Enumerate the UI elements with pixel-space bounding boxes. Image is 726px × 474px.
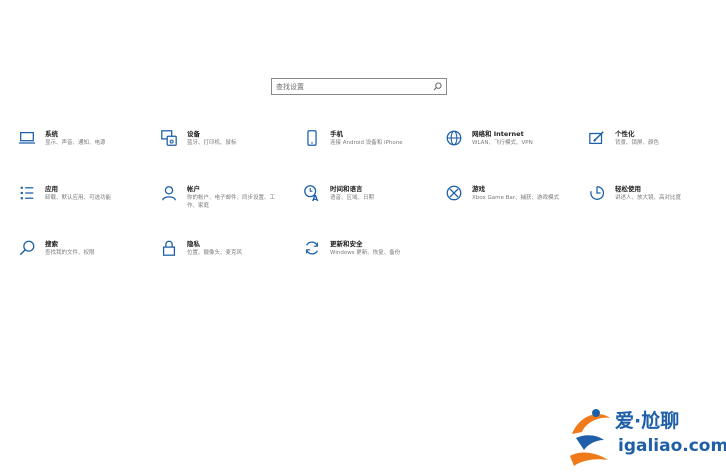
personalization-icon xyxy=(586,127,608,149)
watermark-logo-icon xyxy=(570,409,610,466)
tile-description: 查找我的文件、权限 xyxy=(45,250,95,256)
tile-time-language[interactable]: A 时间和语言 语音、区域、日期 xyxy=(301,185,426,221)
tile-description: 讲述人、放大镜、高对比度 xyxy=(615,195,682,201)
tile-description: 卸载、默认应用、可选功能 xyxy=(45,195,112,201)
tile-title: 更新和安全 xyxy=(330,240,363,248)
update-icon xyxy=(301,237,323,259)
tile-description: 连接 Android 设备和 iPhone xyxy=(330,140,403,146)
tile-title: 系统 xyxy=(45,130,58,138)
tile-title: 帐户 xyxy=(187,185,200,193)
tile-title: 轻松使用 xyxy=(615,185,641,193)
settings-grid: 系统 显示、声音、通知、电源 设备 蓝牙、打印机、鼠标 手机 连接 Androi… xyxy=(0,0,726,300)
tile-personalization[interactable]: 个性化 背景、锁屏、颜色 xyxy=(586,130,711,166)
tile-update-security[interactable]: 更新和安全 Windows 更新、恢复、备份 xyxy=(301,240,426,276)
tile-system[interactable]: 系统 显示、声音、通知、电源 xyxy=(16,130,141,166)
tile-apps[interactable]: 应用 卸载、默认应用、可选功能 xyxy=(16,185,141,221)
tile-phone[interactable]: 手机 连接 Android 设备和 iPhone xyxy=(301,130,426,166)
tile-description: 显示、声音、通知、电源 xyxy=(45,140,106,146)
tile-gaming[interactable]: 游戏 Xbox Game Bar、捕获、游戏模式 xyxy=(443,185,568,221)
tile-description: 位置、摄像头、麦克风 xyxy=(187,250,243,256)
tile-description: 蓝牙、打印机、鼠标 xyxy=(187,140,237,146)
tile-title: 游戏 xyxy=(472,185,485,193)
tile-description: WLAN、飞行模式、VPN xyxy=(472,140,533,146)
tile-search[interactable]: 搜索 查找我的文件、权限 xyxy=(16,240,141,276)
watermark: 爱·尬聊 igaliao.com xyxy=(566,402,726,474)
tile-description: 背景、锁屏、颜色 xyxy=(615,140,660,146)
tile-devices[interactable]: 设备 蓝牙、打印机、鼠标 xyxy=(158,130,283,166)
tile-title: 网络和 Internet xyxy=(472,130,524,138)
tile-title: 设备 xyxy=(187,130,200,138)
search-icon xyxy=(16,237,38,259)
time-language-icon: A xyxy=(301,182,323,204)
tile-title: 搜索 xyxy=(45,240,58,248)
apps-list-icon xyxy=(16,182,38,204)
tile-description: Windows 更新、恢复、备份 xyxy=(330,250,401,256)
tile-title: 手机 xyxy=(330,130,343,138)
tile-network[interactable]: 网络和 Internet WLAN、飞行模式、VPN xyxy=(443,130,568,166)
tile-title: 隐私 xyxy=(187,240,200,248)
tile-title: 时间和语言 xyxy=(330,185,363,193)
tile-description: Xbox Game Bar、捕获、游戏模式 xyxy=(472,195,559,201)
tile-privacy[interactable]: 隐私 位置、摄像头、麦克风 xyxy=(158,240,283,276)
tile-title: 应用 xyxy=(45,185,58,193)
lock-icon xyxy=(158,237,180,259)
ease-of-access-icon xyxy=(586,182,608,204)
phone-icon xyxy=(301,127,323,149)
globe-icon xyxy=(443,127,465,149)
tile-description: 你的帐户、电子邮件、同步设置、工作、家庭 xyxy=(187,195,276,209)
person-icon xyxy=(158,182,180,204)
devices-icon xyxy=(158,127,180,149)
tile-title: 个性化 xyxy=(615,130,635,138)
watermark-line1: 爱·尬聊 xyxy=(615,410,680,432)
tile-ease-of-access[interactable]: 轻松使用 讲述人、放大镜、高对比度 xyxy=(586,185,711,221)
tile-description: 语音、区域、日期 xyxy=(330,195,375,201)
xbox-icon xyxy=(443,182,465,204)
laptop-icon xyxy=(16,127,38,149)
watermark-line2: igaliao.com xyxy=(618,436,726,456)
tile-accounts[interactable]: 帐户 你的帐户、电子邮件、同步设置、工作、家庭 xyxy=(158,185,283,221)
svg-text:A: A xyxy=(312,193,319,202)
